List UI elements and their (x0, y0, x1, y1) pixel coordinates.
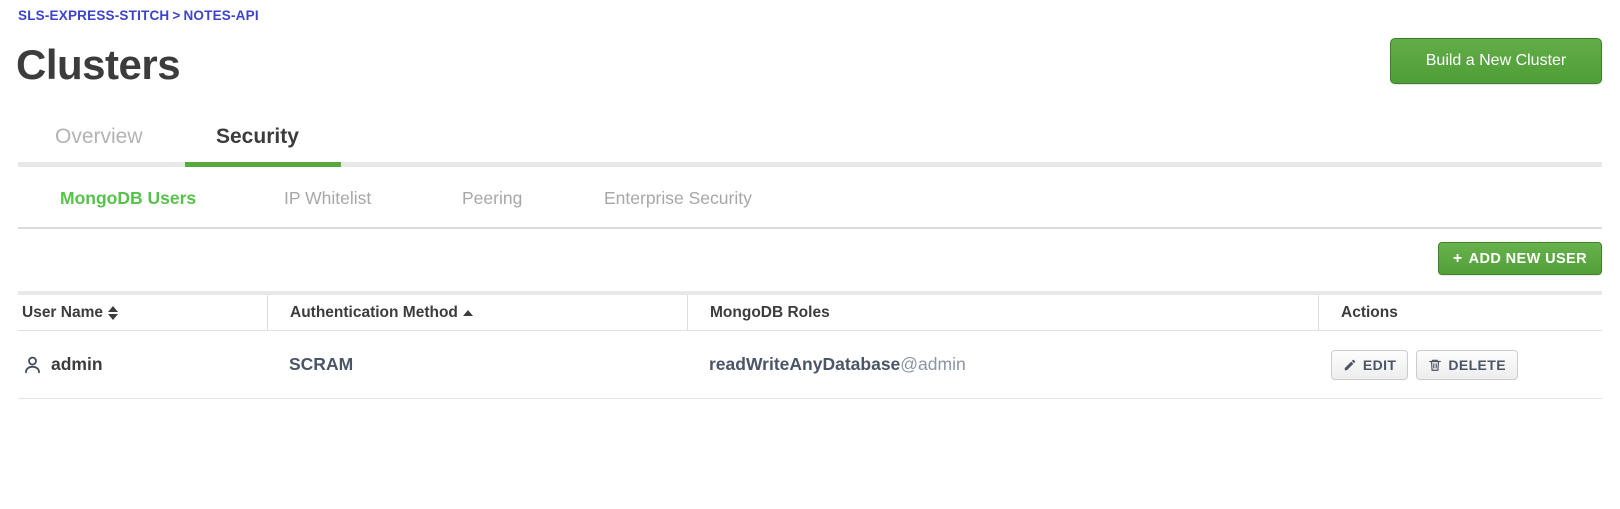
column-header-user-name-label: User Name (22, 303, 103, 321)
breadcrumb: SLS-EXPRESS-STITCH > NOTES-API (18, 8, 259, 23)
delete-button[interactable]: DELETE (1416, 349, 1518, 380)
subtab-mongodb-users[interactable]: MongoDB Users (60, 186, 196, 210)
row-action-buttons: EDIT DELETE (1330, 349, 1518, 380)
breadcrumb-item-cluster[interactable]: NOTES-API (183, 8, 258, 23)
sort-ascending-icon[interactable] (462, 309, 473, 316)
add-new-user-button[interactable]: + ADD NEW USER (1437, 242, 1602, 275)
tab-overview[interactable]: Overview (55, 122, 143, 164)
cell-authentication-method: SCRAM (267, 331, 687, 398)
column-header-authentication-method-label: Authentication Method (290, 303, 458, 321)
build-new-cluster-button[interactable]: Build a New Cluster (1390, 38, 1602, 84)
trash-icon (1428, 358, 1442, 372)
cell-user-name: admin (22, 331, 267, 398)
role-name-value: readWriteAnyDatabase (709, 354, 901, 374)
primary-tabs: Overview Security (18, 122, 1602, 168)
delete-button-label: DELETE (1448, 356, 1506, 373)
clusters-page: SLS-EXPRESS-STITCH > NOTES-API Clusters Bu… (0, 0, 1620, 509)
user-name-value: admin (51, 354, 103, 374)
subtab-enterprise-security[interactable]: Enterprise Security (604, 186, 752, 210)
column-header-mongodb-roles: MongoDB Roles (687, 295, 1318, 330)
pencil-icon (1343, 358, 1357, 372)
mongodb-users-table: User Name Authentication Method MongoDB … (18, 291, 1602, 399)
subtabs-divider (18, 227, 1602, 229)
cell-mongodb-roles: readWriteAnyDatabase @admin (687, 331, 1318, 398)
authentication-method-value: SCRAM (289, 354, 354, 374)
column-header-mongodb-roles-label: MongoDB Roles (710, 303, 830, 321)
security-subtabs: MongoDB Users IP Whitelist Peering Enter… (18, 186, 1602, 229)
edit-button[interactable]: EDIT (1330, 349, 1409, 380)
sort-both-icon[interactable] (108, 305, 118, 320)
user-icon (22, 354, 43, 375)
table-header-row: User Name Authentication Method MongoDB … (18, 295, 1602, 331)
page-title: Clusters (16, 41, 181, 88)
role-database-value: @admin (900, 354, 966, 374)
column-header-user-name[interactable]: User Name (22, 295, 267, 330)
breadcrumb-item-project[interactable]: SLS-EXPRESS-STITCH (18, 8, 169, 23)
breadcrumb-separator: > (172, 8, 181, 23)
column-header-actions-label: Actions (1341, 303, 1398, 321)
table-row: admin SCRAM readWriteAnyDatabase @admin E… (18, 331, 1602, 399)
plus-icon: + (1452, 249, 1463, 267)
tabs-active-indicator (185, 162, 341, 167)
tab-security[interactable]: Security (216, 122, 299, 164)
subtab-peering[interactable]: Peering (462, 186, 522, 210)
subtab-ip-whitelist[interactable]: IP Whitelist (284, 186, 371, 210)
edit-button-label: EDIT (1362, 356, 1397, 373)
add-new-user-label: ADD NEW USER (1468, 250, 1587, 267)
column-header-authentication-method[interactable]: Authentication Method (267, 295, 687, 330)
column-header-actions: Actions (1318, 295, 1602, 330)
